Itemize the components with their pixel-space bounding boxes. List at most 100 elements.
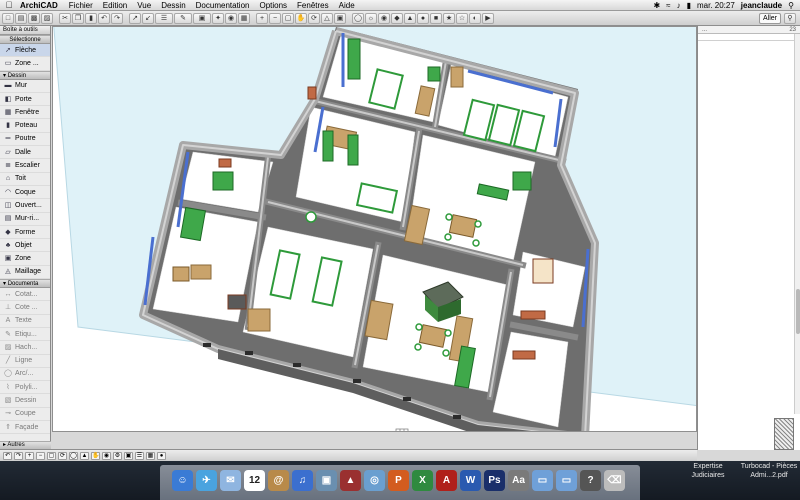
zoom-in-small-icon[interactable]: + — [25, 451, 34, 460]
rotate-small-icon[interactable]: ⟳ — [58, 451, 67, 460]
tool-section[interactable]: ⊸ Coupe — [0, 408, 50, 422]
mail-icon[interactable]: ✉ — [220, 470, 241, 491]
section-tool-icon[interactable]: ◆ — [391, 12, 403, 24]
cut-icon[interactable]: ✂ — [59, 12, 71, 24]
photoshop-icon[interactable]: Ps — [484, 470, 505, 491]
tool-slab[interactable]: ▱ Dalle — [0, 146, 50, 160]
zoom-in-icon[interactable]: + — [256, 12, 268, 24]
fit-window-icon[interactable]: ▢ — [282, 12, 294, 24]
tool-dimension[interactable]: ↔ Cotat... — [0, 288, 50, 302]
itunes-icon[interactable]: ♫ — [292, 470, 313, 491]
document-expertise[interactable]: Expertise Judiciaires — [678, 462, 738, 480]
safari-icon[interactable]: ✈ — [196, 470, 217, 491]
favorites-icon[interactable]: ☆ — [456, 12, 468, 24]
zoom-out-small-icon[interactable]: − — [36, 451, 45, 460]
scale-small-icon[interactable]: ▦ — [146, 451, 155, 460]
worksheet-icon[interactable]: ■ — [430, 12, 442, 24]
tool-label[interactable]: ✎ Etiqu... — [0, 328, 50, 342]
pan-icon[interactable]: ✋ — [295, 12, 307, 24]
preview-icon[interactable]: ◎ — [364, 470, 385, 491]
tool-zone[interactable]: ▣ Zone — [0, 252, 50, 266]
tool-mesh[interactable]: ◬ Maillage — [0, 266, 50, 280]
acrobat-icon[interactable]: A — [436, 470, 457, 491]
tool-elevation[interactable]: ⇑ Façade — [0, 421, 50, 435]
apple-menu-icon[interactable]:  — [0, 0, 18, 11]
camera-icon[interactable]: ◉ — [378, 12, 390, 24]
folder-icon[interactable]: ▭ — [556, 470, 577, 491]
tool-arc[interactable]: ◯ Arc/... — [0, 368, 50, 382]
menu-edition[interactable]: Edition — [98, 0, 132, 11]
tool-morph[interactable]: ◆ Forme — [0, 226, 50, 240]
detail-icon[interactable]: ● — [417, 12, 429, 24]
vertical-scrollbar[interactable] — [794, 34, 800, 414]
render-icon[interactable]: ◯ — [352, 12, 364, 24]
design-section-header[interactable]: ▾ Dessin — [0, 70, 50, 80]
clock[interactable]: mar. 20:27 — [697, 0, 735, 11]
other-section-header[interactable]: ▸ Autres — [0, 441, 51, 449]
teamwork-icon[interactable]: ◐ — [469, 12, 481, 24]
archicad-icon[interactable]: ▲ — [340, 470, 361, 491]
undo-icon[interactable]: ↶ — [98, 12, 110, 24]
tool-line[interactable]: ╱ Ligne — [0, 355, 50, 368]
menu-vue[interactable]: Vue — [132, 0, 156, 11]
app-menu[interactable]: ArchiCAD — [18, 0, 64, 11]
secondary-window[interactable]: ... 23 — [697, 26, 800, 450]
camera-small-icon[interactable]: ◉ — [102, 451, 111, 460]
undo-zoom-icon[interactable]: ↶ — [3, 451, 12, 460]
excel-icon[interactable]: X — [412, 470, 433, 491]
3d-window[interactable] — [52, 26, 697, 432]
spotlight-search-icon[interactable]: ⚲ — [788, 0, 794, 11]
tool-column[interactable]: ▮ Poteau — [0, 119, 50, 133]
paste-icon[interactable]: ▮ — [85, 12, 97, 24]
light-icon[interactable]: ☼ — [365, 12, 377, 24]
orbit-small-icon[interactable]: ◯ — [69, 451, 78, 460]
star-icon[interactable]: ★ — [443, 12, 455, 24]
goto-select[interactable]: Aller — [758, 12, 781, 24]
tool-roof[interactable]: ⌂ Toit — [0, 173, 50, 186]
tool-window[interactable]: ▦ Fenêtre — [0, 106, 50, 120]
finder-icon[interactable]: ☺ — [172, 470, 193, 491]
folder-icon[interactable]: ▭ — [532, 470, 553, 491]
settings-small-icon[interactable]: ⚙ — [113, 451, 122, 460]
pen-set-icon[interactable]: ✎ — [174, 12, 192, 24]
dictionary-icon[interactable]: Aa — [508, 470, 529, 491]
menu-fenetres[interactable]: Fenêtres — [292, 0, 334, 11]
tool-drawing[interactable]: ▧ Dessin — [0, 394, 50, 408]
menu-fichier[interactable]: Fichier — [64, 0, 98, 11]
elevation-tool-icon[interactable]: ▲ — [404, 12, 416, 24]
powerpoint-icon[interactable]: P — [388, 470, 409, 491]
redo-icon[interactable]: ↷ — [111, 12, 123, 24]
tool-fill[interactable]: ▨ Hach... — [0, 341, 50, 355]
view-mode-icon[interactable]: ▣ — [193, 12, 211, 24]
tool-polyline[interactable]: ⌇ Polyli... — [0, 381, 50, 395]
display-small-icon[interactable]: ▣ — [124, 451, 133, 460]
save-icon[interactable]: ▩ — [28, 12, 40, 24]
redo-zoom-icon[interactable]: ↷ — [14, 451, 23, 460]
trash-icon[interactable]: ⌫ — [604, 470, 625, 491]
layer-select-icon[interactable]: ☰ — [155, 12, 173, 24]
search-icon[interactable]: ⚲ — [784, 12, 796, 24]
trace-icon[interactable]: ◉ — [225, 12, 237, 24]
select-section-header[interactable]: Sélectionne — [0, 35, 50, 44]
menu-documentation[interactable]: Documentation — [191, 0, 255, 11]
tool-opening[interactable]: ◫ Ouvert... — [0, 199, 50, 213]
menu-dessin[interactable]: Dessin — [156, 0, 190, 11]
word-icon[interactable]: W — [460, 470, 481, 491]
menu-options[interactable]: Options — [254, 0, 292, 11]
tool-marquee[interactable]: ▭ Zone ... — [0, 57, 50, 71]
new-file-icon[interactable]: □ — [2, 12, 14, 24]
volume-icon[interactable]: ♪ — [677, 0, 681, 11]
tool-level-dimension[interactable]: ⊥ Cote ... — [0, 301, 50, 315]
iphoto-icon[interactable]: ▣ — [316, 470, 337, 491]
inject-icon[interactable]: ↙ — [142, 12, 154, 24]
user-name[interactable]: jeanclaude — [741, 0, 782, 11]
documentation-section-header[interactable]: ▾ Documenta — [0, 279, 50, 289]
orbit-icon[interactable]: ⟳ — [308, 12, 320, 24]
tool-object[interactable]: ♣ Objet — [0, 239, 50, 253]
tool-wall[interactable]: ▬ Mur — [0, 80, 50, 93]
tool-arrow[interactable]: ➚ Flèche — [0, 44, 50, 58]
wifi-icon[interactable]: ≈ — [666, 0, 670, 11]
publish-icon[interactable]: ▶ — [482, 12, 494, 24]
open-icon[interactable]: ▤ — [15, 12, 27, 24]
fit-small-icon[interactable]: ▢ — [47, 451, 56, 460]
